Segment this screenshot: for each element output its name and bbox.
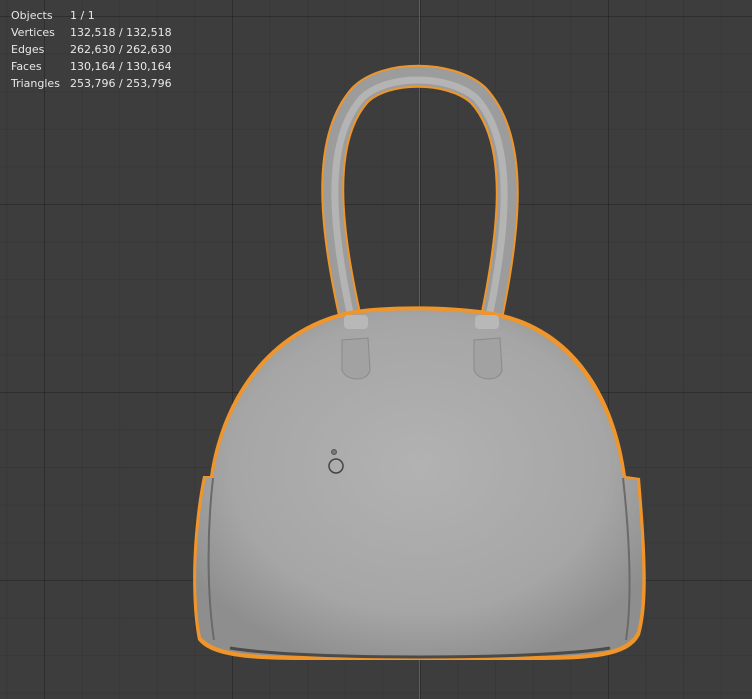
3d-viewport[interactable]: Objects 1 / 1 Vertices 132,518 / 132,518… — [0, 0, 752, 699]
handle-tab-right — [473, 315, 503, 380]
handle-tab-left — [341, 315, 371, 380]
handbag-mesh[interactable] — [0, 0, 752, 699]
bag-handle — [321, 64, 519, 337]
object-origin-icon[interactable] — [331, 449, 337, 455]
